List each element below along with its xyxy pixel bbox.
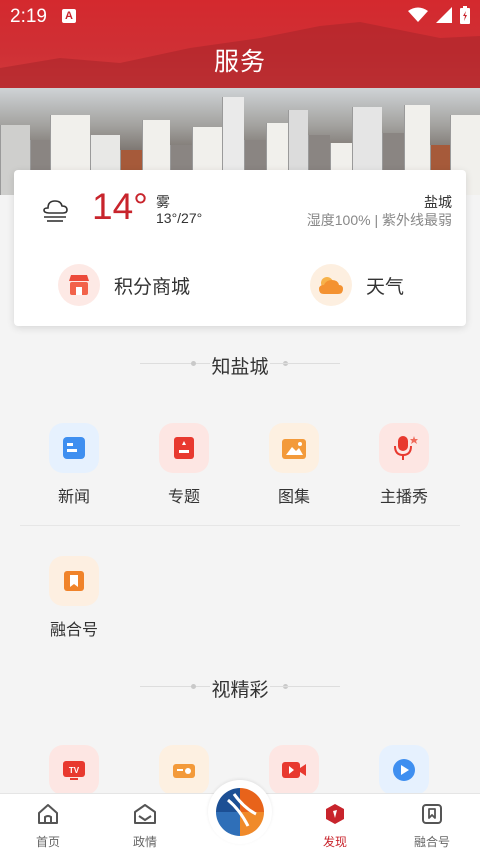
section-title-shijingcai: 视精彩 bbox=[0, 675, 480, 702]
quick-link-weather[interactable]: 天气 bbox=[310, 264, 404, 306]
home-icon bbox=[38, 804, 58, 824]
grid-item-topic[interactable]: 专题 bbox=[144, 423, 224, 507]
city-name: 盐城 bbox=[424, 194, 452, 210]
temperature-range: 13°/27° bbox=[156, 210, 203, 226]
status-time: 2:19 bbox=[10, 6, 47, 27]
bookmark-icon bbox=[49, 556, 99, 606]
bookmark-icon bbox=[422, 804, 442, 824]
grid-item-anchor-show[interactable]: 主播秀 bbox=[364, 423, 444, 507]
tab-label: 发现 bbox=[322, 835, 347, 849]
grid-item-video[interactable] bbox=[254, 745, 334, 795]
gallery-icon bbox=[269, 423, 319, 473]
svg-text:TV: TV bbox=[69, 766, 80, 775]
tab-discover[interactable]: 发现 bbox=[305, 802, 365, 850]
radio-icon bbox=[159, 745, 209, 795]
grid-item-label: 主播秀 bbox=[379, 489, 428, 506]
tab-label: 首页 bbox=[35, 835, 60, 849]
grid-item-label: 融合号 bbox=[49, 622, 98, 639]
tab-home[interactable]: 首页 bbox=[18, 802, 78, 850]
fog-weather-icon bbox=[43, 200, 68, 222]
grid-item-label: 专题 bbox=[167, 489, 200, 506]
grid-item-radio[interactable] bbox=[144, 745, 224, 795]
app-logo-icon bbox=[216, 788, 264, 836]
play-icon bbox=[379, 745, 429, 795]
cloud-icon bbox=[310, 264, 352, 306]
grid-item-tv[interactable]: TV bbox=[34, 745, 114, 795]
notification-a-icon: A bbox=[62, 9, 76, 23]
center-action-button[interactable] bbox=[208, 780, 272, 844]
grid-item-label: 新闻 bbox=[57, 489, 90, 506]
section-title-zhiyancheng: 知盐城 bbox=[0, 352, 480, 379]
discover-icon bbox=[326, 804, 344, 824]
tab-label: 政情 bbox=[132, 835, 157, 849]
tab-government[interactable]: 政情 bbox=[115, 802, 175, 850]
tab-label: 融合号 bbox=[413, 835, 450, 849]
grid-item-label: 图集 bbox=[277, 489, 310, 506]
grid-item-play[interactable] bbox=[364, 745, 444, 795]
video-icon bbox=[269, 745, 319, 795]
wifi-icon bbox=[408, 7, 428, 22]
status-bar: 2:19 A bbox=[0, 0, 480, 32]
quick-link-label: 积分商城 bbox=[114, 276, 191, 298]
topic-icon bbox=[159, 423, 209, 473]
page-title: 服务 bbox=[213, 48, 266, 76]
tab-fusion-account[interactable]: 融合号 bbox=[402, 802, 462, 850]
section-divider bbox=[20, 525, 460, 526]
quick-link-label: 天气 bbox=[366, 276, 405, 298]
weather-condition: 雾 bbox=[156, 194, 170, 210]
weather-detail: 湿度100% | 紫外线最弱 bbox=[306, 212, 452, 228]
grid-item-gallery[interactable]: 图集 bbox=[254, 423, 334, 507]
shop-icon bbox=[58, 264, 100, 306]
government-icon bbox=[134, 804, 156, 824]
quick-link-points-mall[interactable]: 积分商城 bbox=[58, 264, 190, 306]
grid-item-fusion-account[interactable]: 融合号 bbox=[34, 556, 114, 640]
news-icon bbox=[49, 423, 99, 473]
grid-item-news[interactable]: 新闻 bbox=[34, 423, 114, 507]
tv-icon: TV bbox=[49, 745, 99, 795]
battery-icon bbox=[460, 6, 470, 24]
signal-icon bbox=[436, 7, 452, 23]
temperature: 14° bbox=[92, 186, 148, 227]
mic-icon bbox=[379, 423, 429, 473]
weather-card[interactable]: 14° 雾 13°/27° 盐城 湿度100% | 紫外线最弱 积分商城 天气 bbox=[14, 170, 466, 326]
